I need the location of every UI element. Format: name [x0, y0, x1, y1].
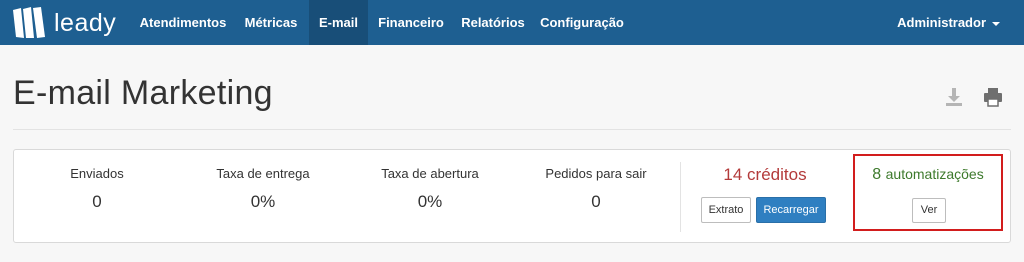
automations-label: automatizações [885, 166, 984, 182]
user-menu[interactable]: Administrador [897, 0, 1000, 45]
download-icon[interactable] [945, 87, 963, 107]
automations-highlight: 8 automatizações Ver [853, 154, 1003, 231]
print-icon[interactable] [983, 87, 1003, 107]
automations-summary: 8 automatizações [855, 166, 1001, 184]
nav-atendimentos[interactable]: Atendimentos [133, 0, 233, 45]
recharge-button[interactable]: Recarregar [756, 197, 826, 223]
brand-name: leady [54, 8, 117, 37]
credits-count: 14 créditos [723, 165, 807, 184]
statement-button[interactable]: Extrato [701, 197, 751, 223]
nav-email[interactable]: E-mail [309, 0, 368, 45]
user-menu-label: Administrador [897, 15, 986, 30]
stat-value: 0% [417, 192, 443, 211]
nav-financeiro[interactable]: Financeiro [370, 0, 452, 45]
stat-label: Pedidos para sair [545, 166, 647, 181]
nav-relatorios[interactable]: Relatórios [454, 0, 532, 45]
stat-value: 0 [92, 192, 102, 211]
panel-divider [680, 162, 681, 232]
page-title: E-mail Marketing [13, 74, 273, 112]
nav-configuracao[interactable]: Configuração [534, 0, 630, 45]
stat-value: 0% [250, 192, 276, 211]
brand-logo[interactable]: leady [12, 7, 116, 39]
leady-logo-icon [13, 7, 45, 38]
view-automations-button[interactable]: Ver [912, 198, 946, 223]
caret-down-icon [992, 21, 1000, 26]
top-navbar: leady Atendimentos Métricas E-mail Finan… [0, 0, 1024, 45]
title-divider [13, 129, 1011, 130]
nav-metricas[interactable]: Métricas [235, 0, 307, 45]
stat-value: 0 [591, 192, 601, 211]
email-stats-panel: Enviados 0 Taxa de entrega 0% Taxa de ab… [13, 149, 1011, 243]
stat-label: Taxa de entrega [216, 166, 310, 181]
stat-label: Enviados [70, 166, 124, 181]
automations-count: 8 [872, 166, 882, 183]
stat-label: Taxa de abertura [381, 166, 479, 181]
